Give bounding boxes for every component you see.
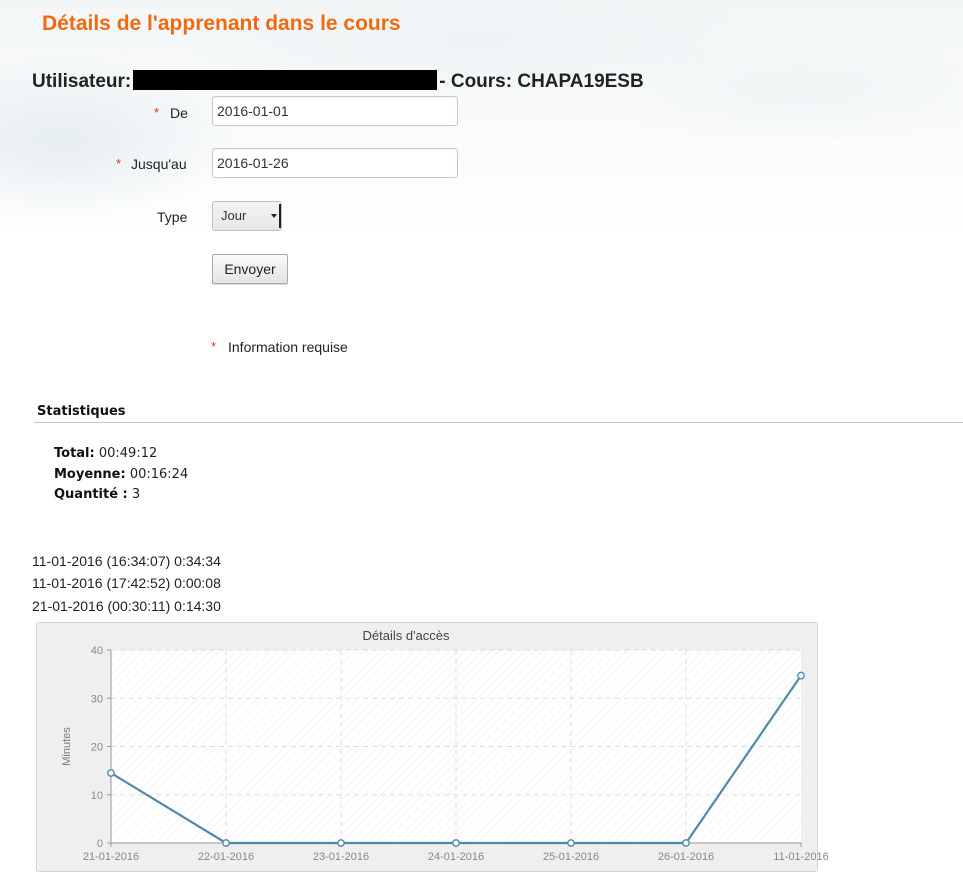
- access-entry: 11-01-2016 (17:42:52) 0:00:08: [32, 575, 221, 591]
- stats-heading: Statistiques: [37, 404, 126, 419]
- redacted-username: [133, 70, 438, 90]
- chevron-down-icon: [271, 214, 277, 218]
- data-point: [797, 671, 805, 680]
- stat-count: Quantité : 3: [54, 487, 140, 502]
- user-course-line: Utilisateur: - Cours: CHAPA19ESB: [32, 70, 644, 93]
- stats-divider: [34, 422, 963, 423]
- page-title: Détails de l'apprenant dans le cours: [42, 12, 401, 35]
- data-point: [222, 839, 230, 847]
- required-mark: *: [211, 339, 217, 354]
- stat-average-value: 00:16:24: [129, 467, 189, 482]
- x-tick-label: 21-01-2016: [83, 851, 139, 863]
- course-text: - Cours: CHAPA19ESB: [439, 71, 644, 92]
- access-entry: 11-01-2016 (16:34:07) 0:34:34: [32, 553, 221, 569]
- stat-average-label: Moyenne:: [54, 467, 126, 482]
- y-axis-label: Minutes: [61, 727, 73, 766]
- data-point: [682, 839, 690, 847]
- stat-total-value: 00:49:12: [98, 446, 158, 461]
- chart-panel: Détails d'accès 0 10 20 30 40 21-01-2016 22-01…: [36, 622, 829, 872]
- access-entry: 21-01-2016 (00:30:11) 0:14:30: [32, 598, 221, 614]
- x-tick-label: 11-01-2016: [773, 851, 828, 863]
- submit-button[interactable]: Envoyer: [212, 254, 288, 284]
- page-background: [0, 0, 963, 240]
- user-label: Utilisateur:: [32, 71, 132, 92]
- data-point: [337, 839, 345, 847]
- y-tick-label: 0: [97, 838, 103, 850]
- from-date-input[interactable]: [212, 96, 458, 126]
- required-mark: *: [154, 105, 160, 120]
- data-point: [452, 839, 460, 847]
- x-tick-label: 26-01-2016: [658, 851, 714, 863]
- stat-total: Total: 00:49:12: [54, 446, 157, 461]
- access-chart: Détails d'accès 0 10 20 30 40 21-01-2016 22-01…: [61, 628, 829, 863]
- x-tick-label: 24-01-2016: [428, 851, 484, 863]
- x-tick-label: 22-01-2016: [198, 851, 254, 863]
- y-tick-label: 20: [91, 742, 103, 754]
- from-label: De: [170, 105, 188, 121]
- chart-title: Détails d'accès: [362, 628, 450, 643]
- y-tick-label: 30: [91, 693, 103, 705]
- x-tick-label: 23-01-2016: [313, 851, 369, 863]
- data-point: [567, 839, 575, 847]
- y-tick-label: 40: [91, 645, 103, 657]
- to-label: Jusqu'au: [131, 156, 187, 172]
- required-note: Information requise: [228, 339, 348, 355]
- select-edge: [279, 204, 281, 228]
- stat-count-value: 3: [131, 487, 141, 502]
- stat-average: Moyenne: 00:16:24: [54, 467, 188, 482]
- data-point: [107, 769, 115, 777]
- y-tick-label: 10: [91, 790, 103, 802]
- to-date-input[interactable]: [212, 148, 458, 178]
- type-select[interactable]: Jour: [212, 201, 282, 231]
- type-select-value: Jour: [221, 208, 247, 223]
- x-tick-label: 25-01-2016: [543, 851, 599, 863]
- stat-count-label: Quantité :: [54, 487, 128, 502]
- required-mark: *: [116, 156, 122, 171]
- stat-total-label: Total:: [54, 446, 95, 461]
- type-label: Type: [157, 209, 188, 225]
